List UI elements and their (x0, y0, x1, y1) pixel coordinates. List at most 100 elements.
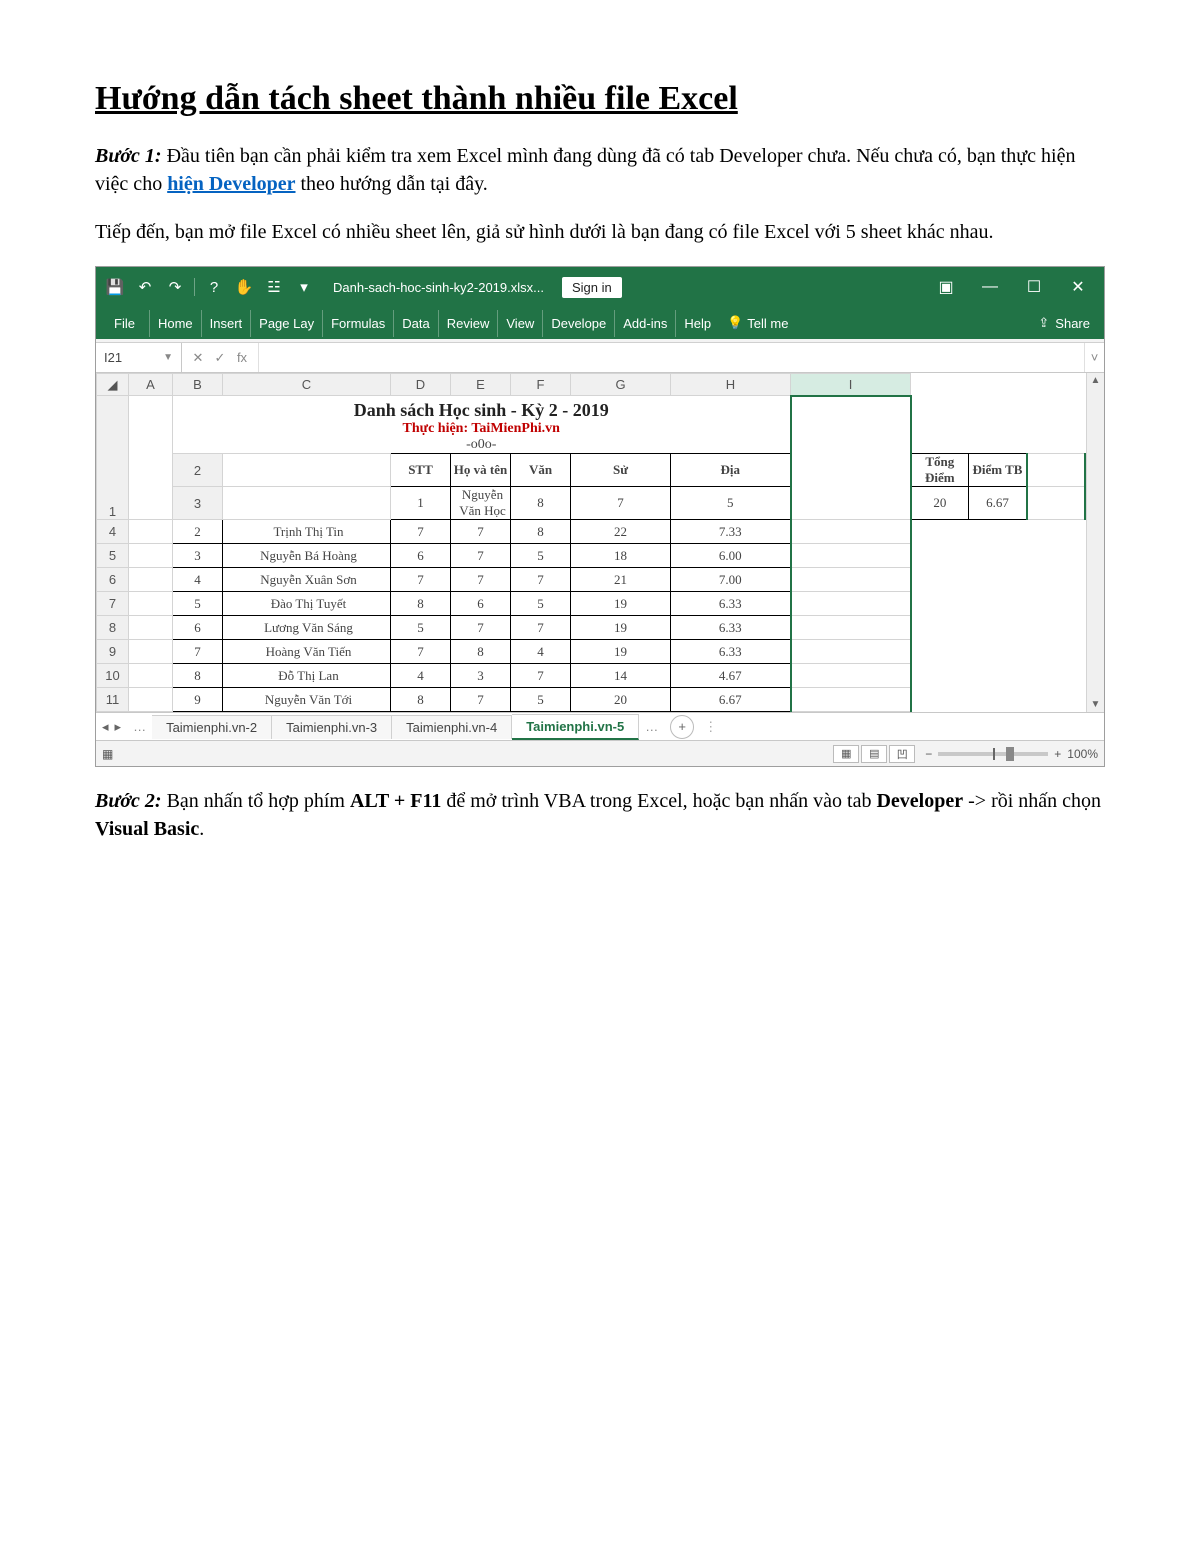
hdr-stt: STT (391, 454, 451, 487)
scroll-up-icon[interactable]: ▲ (1087, 375, 1104, 386)
table-row: 7 5 Đào Thị Tuyết 8 6 5 19 6.33 (97, 592, 1086, 616)
step1-text-b: theo hướng dẫn tại đây. (296, 173, 488, 195)
hdr-dia: Địa (671, 454, 791, 487)
tab-formulas[interactable]: Formulas (322, 310, 393, 337)
save-icon[interactable]: 💾 (102, 274, 128, 300)
step2-dev: Developer (876, 790, 963, 812)
sheet-nav-next-icon[interactable]: ▸ (115, 719, 122, 735)
table-row: 10 8 Đỗ Thị Lan 4 3 7 14 4.67 (97, 664, 1086, 688)
tab-help[interactable]: Help (675, 310, 719, 337)
tab-home[interactable]: Home (149, 310, 201, 337)
tab-review[interactable]: Review (438, 310, 498, 337)
share-button[interactable]: ⇪ Share (1028, 309, 1100, 337)
hdr-van: Văn (511, 454, 571, 487)
close-icon[interactable]: ✕ (1058, 277, 1098, 297)
col-F[interactable]: F (511, 374, 571, 396)
sheet-tabs-more-right[interactable]: … (639, 719, 664, 734)
expand-formula-icon[interactable]: ˅ (1084, 343, 1104, 372)
touch-icon[interactable]: ✋ (231, 274, 257, 300)
tab-addins[interactable]: Add-ins (614, 310, 675, 337)
tab-view[interactable]: View (497, 310, 542, 337)
customize-icon[interactable]: ☳ (261, 274, 287, 300)
sheet-tab[interactable]: Taimienphi.vn-3 (272, 715, 392, 739)
row-head-2[interactable]: 2 (173, 454, 223, 487)
help-icon[interactable]: ? (201, 274, 227, 300)
col-H[interactable]: H (671, 374, 791, 396)
excel-screenshot: 💾 ↶ ↷ ? ✋ ☳ ▾ Danh-sach-hoc-sinh-ky2-201… (95, 266, 1105, 767)
row-head[interactable]: 5 (97, 544, 129, 568)
zoom-out-icon[interactable]: − (925, 747, 932, 761)
ribbon-display-icon[interactable]: ▣ (926, 277, 966, 297)
row-head[interactable]: 9 (97, 640, 129, 664)
table-row: 2 STT Họ và tên Văn Sử Địa Tổng Điểm Điể… (97, 454, 1086, 487)
select-all-corner[interactable]: ◢ (97, 374, 129, 396)
status-bar: ▦ ▦ ▤ 凹 − + 100% (96, 740, 1104, 766)
view-normal-icon[interactable]: ▦ (833, 745, 859, 763)
table-row: 6 4 Nguyễn Xuân Sơn 7 7 7 21 7.00 (97, 568, 1086, 592)
redo-icon[interactable]: ↷ (162, 274, 188, 300)
share-icon: ⇪ (1038, 315, 1049, 331)
cancel-icon[interactable]: ✕ (190, 350, 206, 366)
sheet-tab-bar: ◂ ▸ … Taimienphi.vn-2 Taimienphi.vn-3 Ta… (96, 712, 1104, 740)
row-head[interactable]: 10 (97, 664, 129, 688)
view-page-layout-icon[interactable]: ▤ (861, 745, 887, 763)
undo-icon[interactable]: ↶ (132, 274, 158, 300)
macro-record-icon[interactable]: ▦ (102, 747, 113, 761)
table-row: 3 1 Nguyễn Văn Học 8 7 5 20 6.67 (97, 487, 1086, 520)
row-head[interactable]: 3 (173, 487, 223, 520)
table-row: 5 3 Nguyễn Bá Hoàng 6 7 5 18 6.00 (97, 544, 1086, 568)
tellme-box[interactable]: 💡 Tell me (719, 309, 796, 337)
qat-more-icon[interactable]: ▾ (291, 274, 317, 300)
tab-split-handle[interactable]: ⋮ (700, 719, 721, 735)
lightbulb-icon: 💡 (727, 315, 743, 331)
col-B[interactable]: B (173, 374, 223, 396)
sheet-tab[interactable]: Taimienphi.vn-4 (392, 715, 512, 739)
maximize-icon[interactable]: ☐ (1014, 277, 1054, 297)
spreadsheet-grid[interactable]: ◢ A B C D E F G H I 1 Danh sách Học sinh… (96, 373, 1086, 712)
vertical-scrollbar[interactable]: ▲ ▼ (1086, 373, 1104, 712)
tab-data[interactable]: Data (393, 310, 437, 337)
tab-insert[interactable]: Insert (201, 310, 251, 337)
step2-text-b: để mở trình VBA trong Excel, hoặc bạn nh… (441, 790, 876, 812)
sheet-tab-active[interactable]: Taimienphi.vn-5 (512, 714, 639, 740)
titlebar: 💾 ↶ ↷ ? ✋ ☳ ▾ Danh-sach-hoc-sinh-ky2-201… (96, 267, 1104, 307)
paragraph-2: Tiếp đến, bạn mở file Excel có nhiều she… (95, 218, 1105, 246)
sheet-nav-prev-icon[interactable]: ◂ (102, 719, 109, 735)
col-G[interactable]: G (571, 374, 671, 396)
row-head-1[interactable]: 1 (97, 396, 129, 520)
row-head[interactable]: 7 (97, 592, 129, 616)
row-head[interactable]: 11 (97, 688, 129, 712)
zoom-slider[interactable]: − + 100% (925, 747, 1098, 761)
signin-button[interactable]: Sign in (562, 277, 622, 298)
minimize-icon[interactable]: ― (970, 278, 1010, 296)
col-A[interactable]: A (129, 374, 173, 396)
view-page-break-icon[interactable]: 凹 (889, 745, 915, 763)
tab-page-layout[interactable]: Page Lay (250, 310, 322, 337)
col-E[interactable]: E (451, 374, 511, 396)
col-D[interactable]: D (391, 374, 451, 396)
zoom-in-icon[interactable]: + (1054, 747, 1061, 761)
chevron-down-icon[interactable]: ▼ (163, 352, 173, 363)
step2-paragraph: Bước 2: Bạn nhấn tổ hợp phím ALT + F11 đ… (95, 787, 1105, 843)
sheet-tabs-more-left[interactable]: … (127, 719, 152, 734)
name-box[interactable]: I21 ▼ (96, 343, 182, 372)
hdr-hovaten: Họ và tên (451, 454, 511, 487)
sheet-tab[interactable]: Taimienphi.vn-2 (152, 715, 272, 739)
zoom-level[interactable]: 100% (1067, 747, 1098, 761)
hdr-tongdiem: Tổng Điểm (911, 454, 969, 487)
link-hien-developer[interactable]: hiện Developer (167, 173, 295, 195)
enter-icon[interactable]: ✓ (212, 350, 228, 366)
step2-text-a: Bạn nhấn tổ hợp phím (162, 790, 350, 812)
page-title: Hướng dẫn tách sheet thành nhiều file Ex… (95, 80, 1105, 118)
scroll-down-icon[interactable]: ▼ (1087, 699, 1104, 710)
col-I[interactable]: I (791, 374, 911, 396)
row-head[interactable]: 4 (97, 520, 129, 544)
row-head[interactable]: 8 (97, 616, 129, 640)
fx-icon[interactable]: fx (234, 350, 250, 365)
tab-file[interactable]: File (100, 310, 149, 337)
sheet-title: Danh sách Học sinh - Kỳ 2 - 2019 (173, 396, 790, 421)
tab-developer[interactable]: Develope (542, 310, 614, 337)
new-sheet-icon[interactable]: + (670, 715, 694, 739)
row-head[interactable]: 6 (97, 568, 129, 592)
col-C[interactable]: C (223, 374, 391, 396)
